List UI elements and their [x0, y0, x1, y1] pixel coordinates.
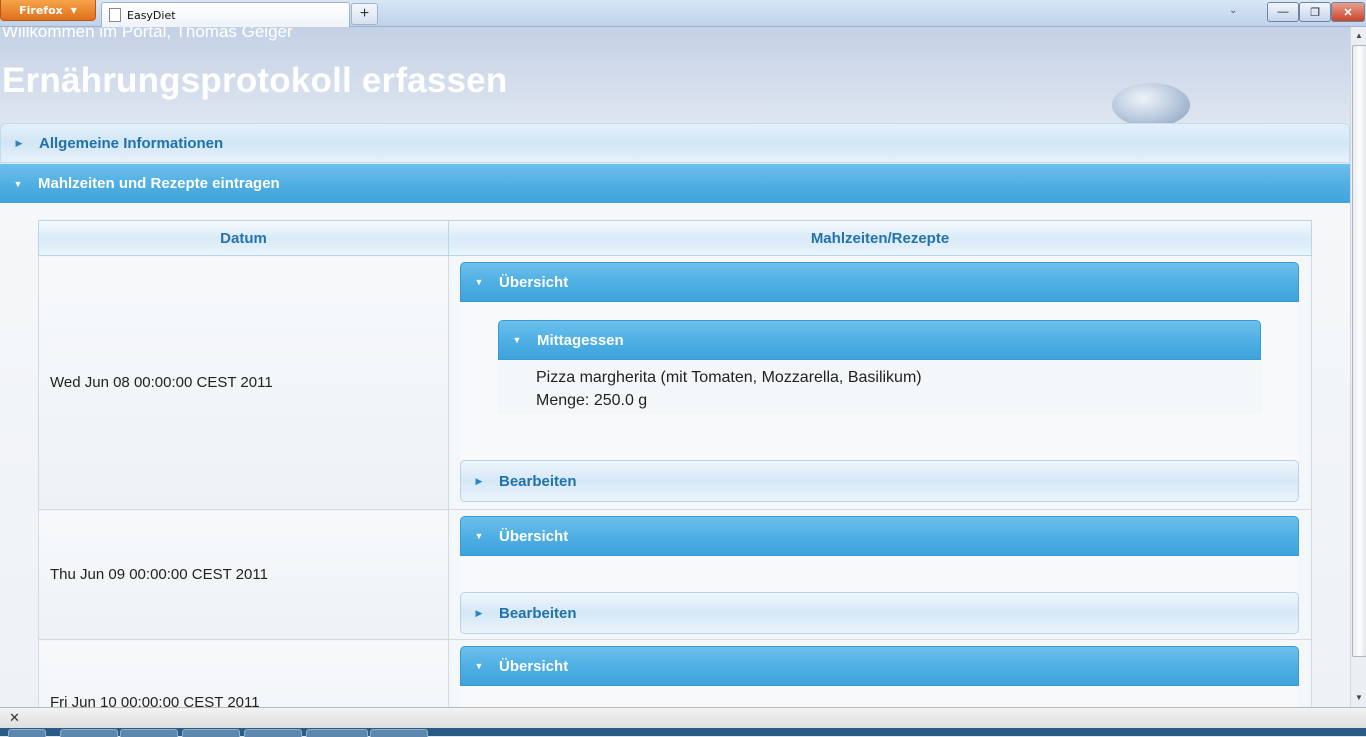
overview-label: Übersicht: [499, 527, 569, 545]
browser-tab-title: EasyDiet: [127, 8, 176, 22]
table-row: Fri Jun 10 00:00:00 CEST 2011 ▼ Übersich…: [38, 639, 1312, 707]
browser-toolbar: Firefox ▼ EasyDiet + ⌄ — ❐ ✕: [0, 0, 1366, 27]
page-content: Willkommen im Portal, Thomas Geiger Ernä…: [0, 27, 1350, 707]
overview-panel: ▼ Mittagessen Pizza margherita (mit Toma…: [460, 302, 1299, 460]
triangle-down-icon: ▼: [474, 661, 484, 671]
meal-label: Mittagessen: [537, 331, 624, 349]
triangle-right-icon: ▶: [15, 137, 23, 148]
overview-header[interactable]: ▼ Übersicht: [460, 516, 1299, 556]
edit-header[interactable]: ▶ Bearbeiten: [460, 592, 1299, 634]
chevron-down-icon: ▼: [70, 5, 77, 15]
triangle-down-icon: ▼: [474, 531, 484, 541]
scrollbar-thumb[interactable]: [1352, 45, 1366, 657]
accordion-general-info[interactable]: ▶ Allgemeine Informationen: [0, 123, 1350, 163]
accordion-general-info-label: Allgemeine Informationen: [39, 134, 224, 152]
overview-header[interactable]: ▼ Übersicht: [460, 262, 1299, 302]
table-row: Wed Jun 08 00:00:00 CEST 2011 ▼ Übersich…: [38, 255, 1312, 510]
triangle-down-icon: ▼: [13, 178, 23, 189]
overview-label: Übersicht: [499, 657, 569, 675]
date-cell: Fri Jun 10 00:00:00 CEST 2011: [38, 639, 449, 707]
food-amount: Menge: 250.0 g: [536, 392, 648, 409]
minimize-button[interactable]: —: [1267, 2, 1299, 22]
triangle-right-icon: ▶: [475, 607, 483, 618]
overview-header[interactable]: ▼ Übersicht: [460, 646, 1299, 686]
new-tab-button[interactable]: +: [351, 3, 378, 25]
triangle-down-icon: ▼: [474, 277, 484, 287]
date-cell: Wed Jun 08 00:00:00 CEST 2011: [38, 255, 449, 510]
edit-label: Bearbeiten: [499, 604, 577, 622]
meal-header[interactable]: ▼ Mittagessen: [498, 320, 1261, 360]
firefox-menu-button[interactable]: Firefox ▼: [0, 0, 96, 21]
edit-label: Bearbeiten: [499, 472, 577, 490]
close-window-button[interactable]: ✕: [1331, 2, 1365, 22]
edit-header[interactable]: ▶ Bearbeiten: [460, 460, 1299, 502]
triangle-right-icon: ▶: [475, 475, 483, 486]
overview-label: Übersicht: [499, 273, 569, 291]
meals-table: Datum Mahlzeiten/Rezepte Wed Jun 08 00:0…: [38, 220, 1312, 707]
meals-cell: ▼ Übersicht ▼ Mittagessen Pizza margheri…: [448, 255, 1312, 510]
welcome-text: Willkommen im Portal, Thomas Geiger: [2, 27, 293, 41]
firefox-menu-label: Firefox: [19, 3, 63, 17]
meals-cell: ▼ Übersicht ▶ Bearbeiten: [448, 509, 1312, 640]
column-header-meals[interactable]: Mahlzeiten/Rezepte: [448, 220, 1312, 256]
accordion-meals[interactable]: ▼ Mahlzeiten und Rezepte eintragen: [0, 164, 1350, 203]
vertical-scrollbar[interactable]: ▲ ▼: [1350, 27, 1366, 707]
browser-tab[interactable]: EasyDiet: [101, 2, 350, 27]
water-drop-decoration: [1112, 83, 1190, 127]
overview-panel: [460, 686, 1299, 707]
chevron-down-icon[interactable]: ⌄: [1229, 5, 1237, 16]
triangle-down-icon: ▼: [512, 335, 522, 345]
maximize-button[interactable]: ❐: [1299, 2, 1331, 22]
taskbar: [0, 728, 1366, 737]
page-icon: [109, 8, 121, 22]
date-cell: Thu Jun 09 00:00:00 CEST 2011: [38, 509, 449, 640]
page-title: Ernährungsprotokoll erfassen: [2, 61, 508, 100]
table-row: Thu Jun 09 00:00:00 CEST 2011 ▼ Übersich…: [38, 509, 1312, 640]
meals-cell: ▼ Übersicht: [448, 639, 1312, 707]
scroll-up-icon[interactable]: ▲: [1355, 31, 1363, 40]
column-header-date[interactable]: Datum: [38, 220, 449, 256]
close-icon[interactable]: ✕: [9, 710, 20, 726]
accordion-meals-label: Mahlzeiten und Rezepte eintragen: [38, 175, 280, 192]
meal-panel: Pizza margherita (mit Tomaten, Mozzarell…: [498, 360, 1261, 414]
overview-panel: [460, 556, 1299, 592]
status-bar: ✕: [0, 707, 1366, 729]
scroll-down-icon[interactable]: ▼: [1355, 693, 1363, 702]
table-header-row: Datum Mahlzeiten/Rezepte: [38, 220, 1312, 256]
meals-panel: Datum Mahlzeiten/Rezepte Wed Jun 08 00:0…: [0, 203, 1350, 707]
food-item: Pizza margherita (mit Tomaten, Mozzarell…: [536, 369, 922, 386]
date-text: Fri Jun 10 00:00:00 CEST 2011: [50, 694, 260, 707]
